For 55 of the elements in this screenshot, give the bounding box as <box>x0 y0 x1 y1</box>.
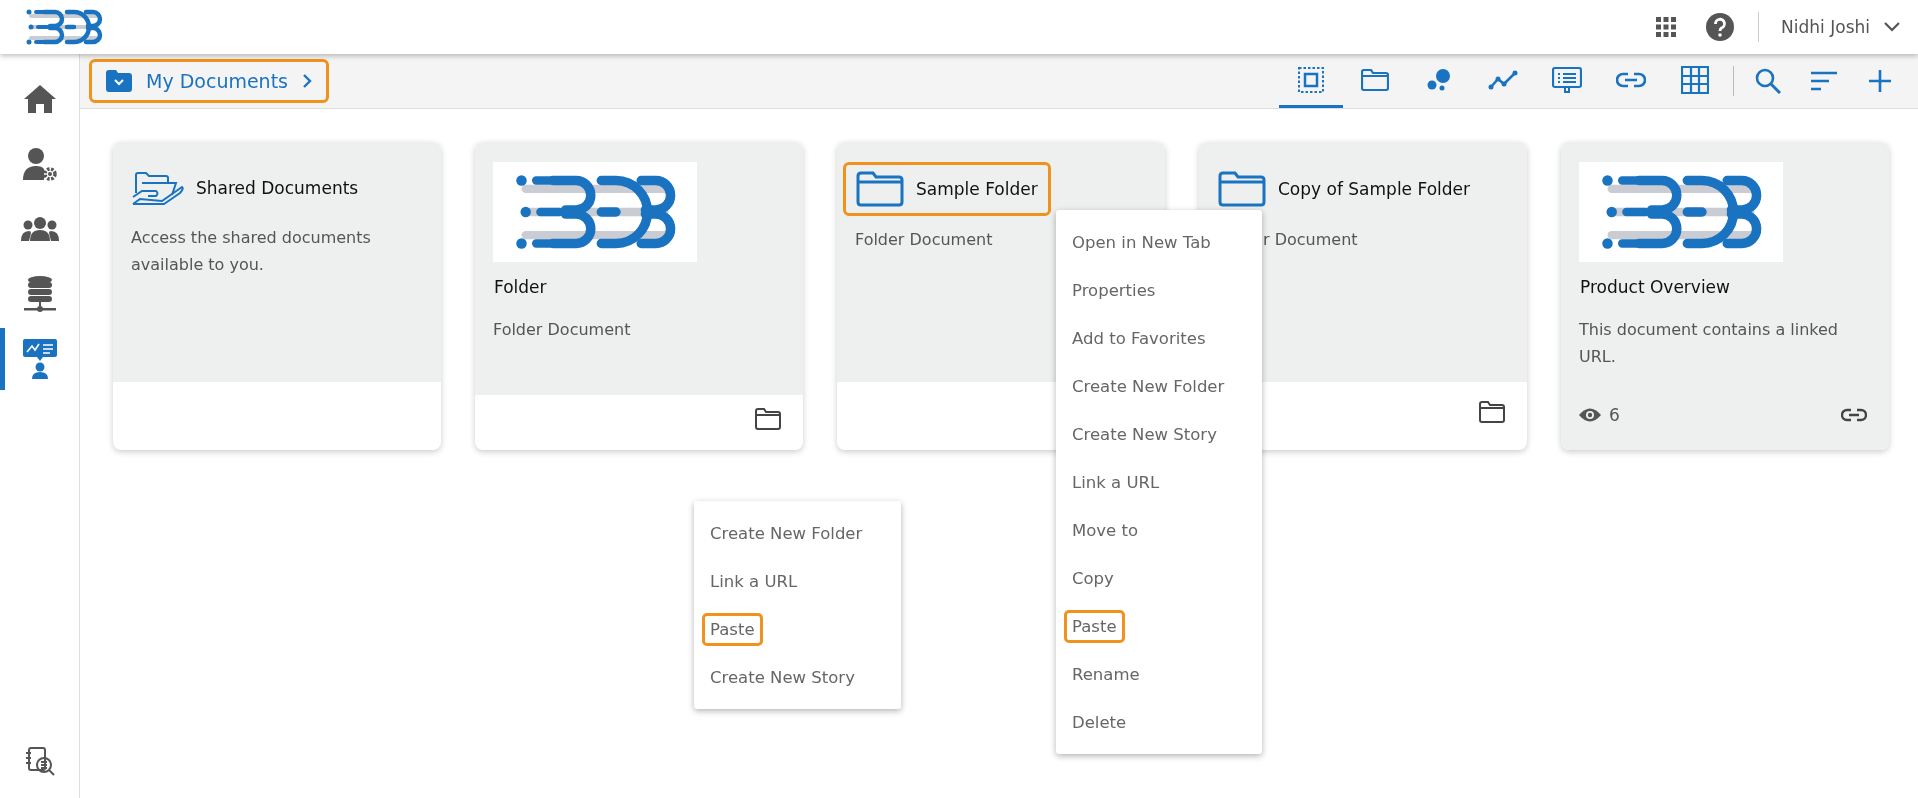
menu-item[interactable]: Paste <box>1064 609 1125 643</box>
menu-item[interactable]: Properties <box>1064 273 1164 307</box>
menu-item[interactable]: Create New Folder <box>702 516 871 550</box>
menu-item[interactable]: Create New Story <box>702 660 863 694</box>
document-card[interactable]: Product Overview This document contains a linked URL. 6 <box>1561 142 1889 450</box>
eye-icon <box>1579 407 1601 422</box>
card-description: This document contains a linked URL. <box>1579 319 1840 368</box>
database-icon <box>23 276 56 312</box>
card-description: Folder Document <box>493 319 631 341</box>
menu-item[interactable]: Copy <box>1064 561 1122 595</box>
card-title: Shared Documents <box>196 178 359 198</box>
table-grid-icon <box>1681 65 1709 94</box>
document-card[interactable]: Shared Documents Access the shared documents available to you. <box>113 142 441 450</box>
line-chart-icon <box>1488 69 1518 90</box>
folder-icon[interactable] <box>755 407 781 430</box>
select-icon <box>1298 66 1324 93</box>
chevron-down-icon <box>1884 22 1900 32</box>
menu-item[interactable]: Delete <box>1064 705 1135 739</box>
user-gear-icon <box>22 147 57 181</box>
search-icon <box>1755 68 1781 94</box>
presentation-board-icon <box>1552 66 1582 93</box>
card-title: Folder <box>494 277 547 297</box>
card-description: r Document <box>1262 229 1358 251</box>
group-icon <box>20 217 59 241</box>
card-title: Copy of Sample Folder <box>1278 179 1470 199</box>
view-count: 6 <box>1609 404 1620 425</box>
presentation-user-icon <box>22 339 57 379</box>
folder-icon[interactable] <box>1479 401 1505 423</box>
user-menu[interactable]: Nidhi Joshi <box>1781 17 1900 37</box>
link-icon[interactable] <box>1841 407 1867 422</box>
card-description: Folder Document <box>855 229 993 251</box>
add-icon <box>1869 70 1891 92</box>
card-description: Access the shared documents available to you. <box>131 227 372 276</box>
folder-icon <box>856 171 904 207</box>
link-icon <box>1616 71 1646 88</box>
folder-icon <box>1218 171 1266 207</box>
document-search-icon <box>24 746 55 776</box>
folder-dropdown-icon <box>106 70 132 92</box>
menu-item[interactable]: Link a URL <box>702 564 806 598</box>
help-icon[interactable] <box>1706 13 1735 41</box>
folder-icon <box>1361 68 1389 91</box>
home-icon <box>22 84 57 114</box>
menu-item[interactable]: Rename <box>1064 657 1148 691</box>
sort-icon <box>1811 71 1837 91</box>
document-card[interactable]: Folder Folder Document <box>475 142 803 450</box>
shared-folder-icon <box>132 171 184 205</box>
card-title: Product Overview <box>1580 277 1730 297</box>
menu-item[interactable]: Link a URL <box>1064 465 1168 499</box>
chevron-right-icon <box>302 73 312 89</box>
card-title: Sample Folder <box>916 179 1038 199</box>
breadcrumb[interactable]: My Documents <box>89 59 329 103</box>
menu-item[interactable]: Move to <box>1064 513 1147 547</box>
dots-icon <box>1427 68 1451 91</box>
menu-item[interactable]: Paste <box>702 612 763 646</box>
apps-grid-icon[interactable] <box>1656 17 1677 37</box>
